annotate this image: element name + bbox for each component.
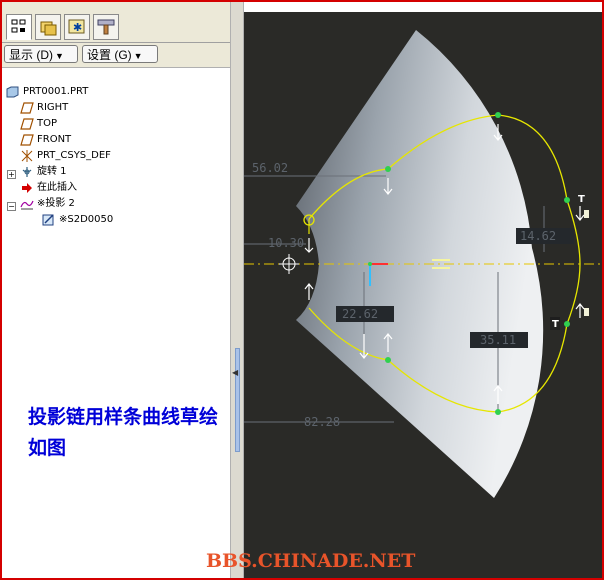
tab-model-tree[interactable] [6,14,32,40]
text-symbol: T [552,319,559,330]
tree-item-label: ※投影 2 [37,198,75,209]
tree-item-label: RIGHT [37,102,69,113]
sketch-icon [42,214,54,226]
datum-plane-icon [20,102,34,114]
expand-toggle[interactable]: + [7,170,16,179]
tree-item-csys[interactable]: PRT_CSYS_DEF [20,148,111,164]
display-menu-button[interactable]: 显示 (D) ▼ [4,45,78,63]
tree-item-label: FRONT [37,134,72,145]
settings-menu-label: 设置 (G) [87,48,132,62]
tree-item-right[interactable]: RIGHT [20,100,68,116]
sketch-canvas[interactable]: 56.02 10.30 14.62 22.62 35.11 82.28 T T [244,12,602,578]
chevron-down-icon: ▼ [133,51,143,61]
splitter-handle[interactable] [235,348,240,452]
dimension-label: 56.02 [252,161,288,175]
watermark: BBS.CHINADE.NET [206,550,416,572]
navigator-tabs: ✱ [2,2,230,43]
tree-item-projection[interactable]: ※投影 2 [20,196,75,212]
tree-item-label: PRT_CSYS_DEF [37,150,111,161]
tree-item-label: TOP [37,118,58,129]
favorites-icon: ✱ [68,19,85,34]
dimension-label: 22.62 [342,307,378,321]
collapse-toggle[interactable]: − [7,202,16,211]
annotation-line-2: 如图 [28,437,67,459]
display-menu-label: 显示 (D) [9,48,53,62]
annotation-line-1: 投影链用样条曲线草绘 [28,406,219,428]
dimension-label: 14.62 [520,229,556,243]
datum-plane-icon [20,134,34,146]
tree-item-top[interactable]: TOP [20,116,57,132]
dimension-label: 82.28 [304,415,340,429]
tree-item-label: ※S2D0050 [59,214,114,225]
tree-item-label: PRT0001.PRT [23,86,89,97]
datum-plane-icon [20,118,34,130]
text-symbol: T [578,194,585,205]
settings-menu-button[interactable]: 设置 (G) ▼ [82,45,158,63]
tree-item-label: 旋转 1 [37,166,67,177]
constraint-marker [584,308,589,316]
coordinate-system-icon [21,150,33,162]
constraint-marker [584,210,589,218]
connections-icon [97,19,115,35]
panel-splitter[interactable]: ◀ [230,2,244,578]
graphics-window[interactable]: 56.02 10.30 14.62 22.62 35.11 82.28 T T [244,12,602,578]
insert-here-arrow-icon [22,183,32,193]
dimension-label: 35.11 [480,333,516,347]
model-tree-icon [11,19,26,33]
svg-text:✱: ✱ [73,21,82,34]
screenshot-frame: ✱ 显示 (D) ▼ 设置 (G) ▼ PRT0001.PRT RIGHT TO… [0,0,604,580]
tab-folder-browser[interactable] [35,14,61,40]
tab-connections[interactable] [93,14,119,40]
annotation-text: 投影链用样条曲线草绘 如图 [28,402,218,464]
tree-item-sketch[interactable]: ※S2D0050 [42,212,113,228]
tree-item-label: 在此插入 [37,182,77,193]
folder-browser-icon [40,21,57,36]
model-navigator: ✱ 显示 (D) ▼ 设置 (G) ▼ PRT0001.PRT RIGHT TO… [2,2,230,578]
tree-item-revolve[interactable]: 旋转 1 [20,164,67,180]
revolve-icon [22,167,32,177]
navigator-toolbar: 显示 (D) ▼ 设置 (G) ▼ [2,43,230,68]
tree-item-insert-here[interactable]: 在此插入 [20,180,77,196]
tab-favorites[interactable]: ✱ [64,14,90,40]
projected-curve-icon [20,200,34,210]
tree-item-front[interactable]: FRONT [20,132,71,148]
chevron-down-icon: ▼ [55,51,64,61]
tree-item-part[interactable]: PRT0001.PRT [6,84,88,100]
dimension-label: 10.30 [268,236,304,250]
part-icon [6,86,19,98]
collapse-arrow-icon[interactable]: ◀ [232,368,238,377]
